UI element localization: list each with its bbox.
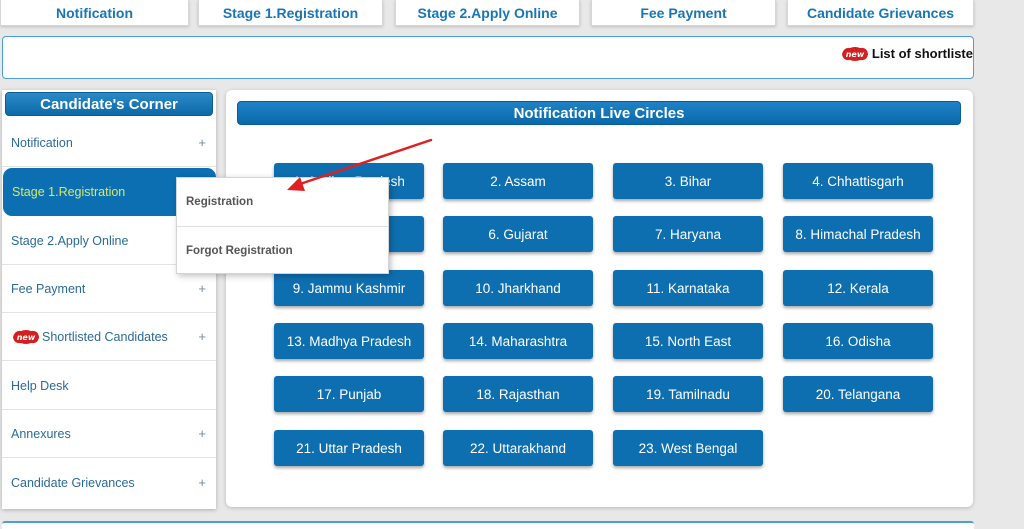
ticker-content[interactable]: new List of shortliste — [840, 46, 973, 61]
sidebar-item-candidate-grievances[interactable]: Candidate Grievances + — [2, 459, 216, 507]
expand-plus-icon[interactable]: + — [198, 135, 206, 150]
top-navigation: Notification Stage 1.Registration Stage … — [0, 0, 1024, 26]
new-badge-icon: new — [11, 329, 41, 344]
new-badge-text: new — [846, 50, 865, 59]
sidebar-item-label: Candidate Grievances — [11, 476, 135, 490]
circle-button-tamilnadu[interactable]: 19. Tamilnadu — [613, 376, 763, 412]
circle-button-madhya-pradesh[interactable]: 13. Madhya Pradesh — [274, 323, 424, 359]
bottom-section-edge — [2, 521, 974, 529]
circle-button-karnataka[interactable]: 11. Karnataka — [613, 270, 763, 306]
circle-button-gujarat[interactable]: 6. Gujarat — [443, 216, 593, 252]
new-badge-icon: new — [840, 46, 870, 61]
dropdown-item-forgot-registration[interactable]: Forgot Registration — [177, 226, 388, 274]
tab-stage1-registration[interactable]: Stage 1.Registration — [198, 0, 383, 26]
tab-stage2-apply-online[interactable]: Stage 2.Apply Online — [395, 0, 580, 26]
sidebar-item-label: Stage 1.Registration — [12, 185, 126, 199]
sidebar-title: Candidate's Corner — [5, 92, 213, 116]
circle-button-bihar[interactable]: 3. Bihar — [613, 163, 763, 199]
circle-button-chhattisgarh[interactable]: 4. Chhattisgarh — [783, 163, 933, 199]
tab-notification[interactable]: Notification — [0, 0, 189, 26]
circle-button-uttar-pradesh[interactable]: 21. Uttar Pradesh — [274, 430, 424, 466]
circle-button-haryana[interactable]: 7. Haryana — [613, 216, 763, 252]
expand-plus-icon[interactable]: + — [198, 426, 206, 441]
sidebar-item-annexures[interactable]: Annexures + — [2, 410, 216, 458]
circle-button-jammu-kashmir[interactable]: 9. Jammu Kashmir — [274, 270, 424, 306]
panel-title: Notification Live Circles — [237, 101, 961, 125]
circle-button-odisha[interactable]: 16. Odisha — [783, 323, 933, 359]
sidebar-item-label: Help Desk — [11, 378, 69, 393]
expand-plus-icon[interactable]: + — [198, 475, 206, 490]
tab-fee-payment[interactable]: Fee Payment — [591, 0, 776, 26]
new-badge-text: new — [17, 333, 36, 342]
news-ticker: new List of shortliste — [2, 36, 974, 79]
circle-button-uttarakhand[interactable]: 22. Uttarakhand — [443, 430, 593, 466]
circle-button-telangana[interactable]: 20. Telangana — [783, 376, 933, 412]
circle-button-north-east[interactable]: 15. North East — [613, 323, 763, 359]
expand-plus-icon[interactable]: + — [198, 281, 206, 296]
circle-button-kerala[interactable]: 12. Kerala — [783, 270, 933, 306]
sidebar-item-label: Annexures — [11, 426, 71, 441]
registration-dropdown-menu: Registration Forgot Registration — [176, 177, 389, 274]
ticker-text: List of shortliste — [871, 46, 973, 61]
circle-button-himachal-pradesh[interactable]: 8. Himachal Pradesh — [783, 216, 933, 252]
expand-plus-icon[interactable]: + — [198, 329, 206, 344]
sidebar-item-help-desk[interactable]: Help Desk — [2, 362, 216, 410]
sidebar-item-label: Notification — [11, 135, 73, 150]
sidebar-item-shortlisted-candidates[interactable]: new Shortlisted Candidates + — [2, 313, 216, 361]
circle-button-punjab[interactable]: 17. Punjab — [274, 376, 424, 412]
circle-button-west-bengal[interactable]: 23. West Bengal — [613, 430, 763, 466]
dropdown-item-registration[interactable]: Registration — [177, 178, 388, 226]
circle-button-jharkhand[interactable]: 10. Jharkhand — [443, 270, 593, 306]
sidebar-item-label: Shortlisted Candidates — [42, 329, 168, 344]
circle-button-rajasthan[interactable]: 18. Rajasthan — [443, 376, 593, 412]
circle-button-maharashtra[interactable]: 14. Maharashtra — [443, 323, 593, 359]
sidebar-item-notification[interactable]: Notification + — [2, 119, 216, 167]
sidebar-item-label: Stage 2.Apply Online — [11, 233, 129, 248]
notification-live-circles-panel: Notification Live Circles 1. Andhra Prad… — [226, 90, 973, 507]
tab-candidate-grievances[interactable]: Candidate Grievances — [787, 0, 974, 26]
circle-button-assam[interactable]: 2. Assam — [443, 163, 593, 199]
sidebar-item-label: Fee Payment — [11, 281, 86, 296]
sidebar-candidates-corner: Candidate's Corner Notification + Stage … — [2, 90, 216, 509]
